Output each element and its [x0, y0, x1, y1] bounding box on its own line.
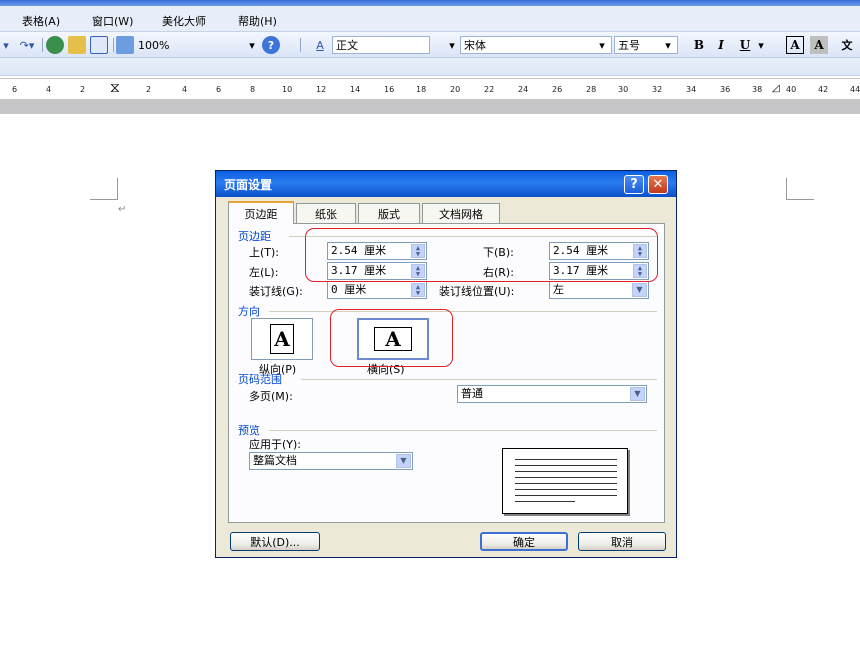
left-margin-label: 左(L):	[249, 266, 279, 279]
ruler-tick: 40	[786, 85, 797, 94]
underline-button[interactable]: U	[736, 36, 754, 54]
phonetic-guide-button[interactable]: 文	[836, 36, 858, 54]
paragraph-mark-icon: ↵	[118, 204, 127, 215]
zoom-combo[interactable]: 100%	[138, 36, 198, 54]
margins-section-title: 页边距	[238, 230, 271, 243]
portrait-option[interactable]: A	[251, 318, 313, 360]
style-dropdown-icon[interactable]: ▾	[446, 36, 458, 54]
ok-button[interactable]: 确定	[480, 532, 568, 551]
font-combo[interactable]: 宋体	[460, 36, 612, 54]
apply-to-label: 应用于(Y):	[249, 438, 302, 451]
insert-table-icon[interactable]	[68, 36, 86, 54]
redo-icon[interactable]: ↷▾	[16, 36, 38, 54]
research-icon[interactable]	[46, 36, 64, 54]
italic-button[interactable]: I	[712, 36, 730, 54]
menu-table[interactable]: 表格(A)	[22, 13, 60, 29]
cancel-button[interactable]: 取消	[578, 532, 666, 551]
font-size-dropdown-icon[interactable]: ▾	[662, 36, 674, 54]
preview-page	[502, 448, 628, 514]
right-indent-icon[interactable]: ◿	[772, 83, 780, 94]
gutter-position-label: 装订线位置(U):	[439, 285, 515, 298]
ruler-tick: 32	[652, 85, 663, 94]
page-corner-mark	[90, 178, 118, 200]
menu-window[interactable]: 窗口(W)	[92, 13, 133, 29]
ruler-tick: 4	[46, 85, 52, 94]
columns-icon[interactable]	[90, 36, 108, 54]
ruler-margin-strip	[0, 100, 860, 114]
font-dropdown-icon[interactable]: ▾	[596, 36, 608, 54]
ruler-tick: 44	[850, 85, 860, 94]
tab-layout[interactable]: 版式	[358, 203, 420, 223]
char-border-button[interactable]: A	[786, 36, 804, 54]
margins-highlight	[305, 228, 658, 282]
undo-dropdown-icon[interactable]: ▾	[0, 36, 12, 54]
indent-marker-icon[interactable]: ⧖	[110, 81, 120, 95]
pages-section-title: 页码范围	[238, 373, 282, 386]
default-button[interactable]: 默认(D)...	[230, 532, 320, 551]
page-corner-mark	[786, 178, 814, 200]
close-button[interactable]: ✕	[648, 175, 668, 194]
apply-to-select[interactable]: 整篇文档 ▼	[249, 452, 413, 470]
ruler-tick: 2	[146, 85, 152, 94]
ruler-tick: 16	[384, 85, 395, 94]
style-combo[interactable]: 正文	[332, 36, 430, 54]
ruler-tick: 6	[216, 85, 222, 94]
underline-dropdown-icon[interactable]: ▾	[756, 36, 766, 54]
landscape-highlight	[330, 309, 453, 367]
gutter-label: 装订线(G):	[249, 285, 303, 298]
standard-toolbar: ▾ ↷▾ 100% ▾ ? A 正文 ▾ 宋体 ▾ 五号 ▾ B I U ▾ A…	[0, 32, 860, 58]
ruler-tick: 34	[686, 85, 697, 94]
ruler-tick: 14	[350, 85, 361, 94]
tab-margins[interactable]: 页边距	[228, 201, 294, 224]
help-button[interactable]: ?	[624, 175, 644, 194]
tab-paper[interactable]: 纸张	[296, 203, 356, 223]
document-map-icon[interactable]	[116, 36, 134, 54]
ruler-tick: 26	[552, 85, 563, 94]
bold-button[interactable]: B	[690, 36, 708, 54]
menu-beautify-master[interactable]: 美化大师	[162, 13, 206, 29]
ruler-tick: 10	[282, 85, 293, 94]
ruler-tick: 38	[752, 85, 763, 94]
top-margin-label: 上(T):	[249, 246, 280, 259]
multiple-pages-label: 多页(M):	[249, 390, 293, 403]
tab-document-grid[interactable]: 文档网格	[422, 203, 500, 223]
ruler-tick: 4	[182, 85, 188, 94]
gutter-spinner[interactable]: 0 厘米 ▲ ▼	[327, 281, 427, 299]
ruler-tick: 42	[818, 85, 829, 94]
ruler-tick: 30	[618, 85, 629, 94]
ruler-tick: 18	[416, 85, 427, 94]
char-shading-button[interactable]: A	[810, 36, 828, 54]
ruler-tick: 2	[80, 85, 86, 94]
ruler-tick: 36	[720, 85, 731, 94]
ruler-tick: 12	[316, 85, 327, 94]
ruler-tick: 20	[450, 85, 461, 94]
toolbar-band	[0, 58, 860, 76]
dialog-title-bar[interactable]: 页面设置 ? ✕	[216, 171, 676, 197]
menu-help[interactable]: 帮助(H)	[238, 13, 277, 29]
dialog-title: 页面设置	[224, 178, 273, 192]
orientation-section-title: 方向	[238, 305, 260, 318]
ruler-tick: 24	[518, 85, 529, 94]
portrait-page-icon: A	[270, 324, 294, 354]
help-icon[interactable]: ?	[262, 36, 280, 54]
zoom-dropdown-icon[interactable]: ▾	[246, 36, 258, 54]
styles-pane-icon[interactable]: A	[311, 36, 329, 54]
ruler-tick: 8	[250, 85, 256, 94]
horizontal-ruler[interactable]: 6 4 2 ⧖ 2 4 6 8 10 12 14 16 18 20 22 24 …	[0, 78, 860, 100]
ruler-tick: 6	[12, 85, 18, 94]
ruler-tick: 22	[484, 85, 495, 94]
ruler-tick: 28	[586, 85, 597, 94]
gutter-position-select[interactable]: 左 ▼	[549, 281, 649, 299]
menu-bar: 表格(A) 窗口(W) 美化大师 帮助(H)	[0, 6, 860, 32]
multiple-pages-select[interactable]: 普通 ▼	[457, 385, 647, 403]
